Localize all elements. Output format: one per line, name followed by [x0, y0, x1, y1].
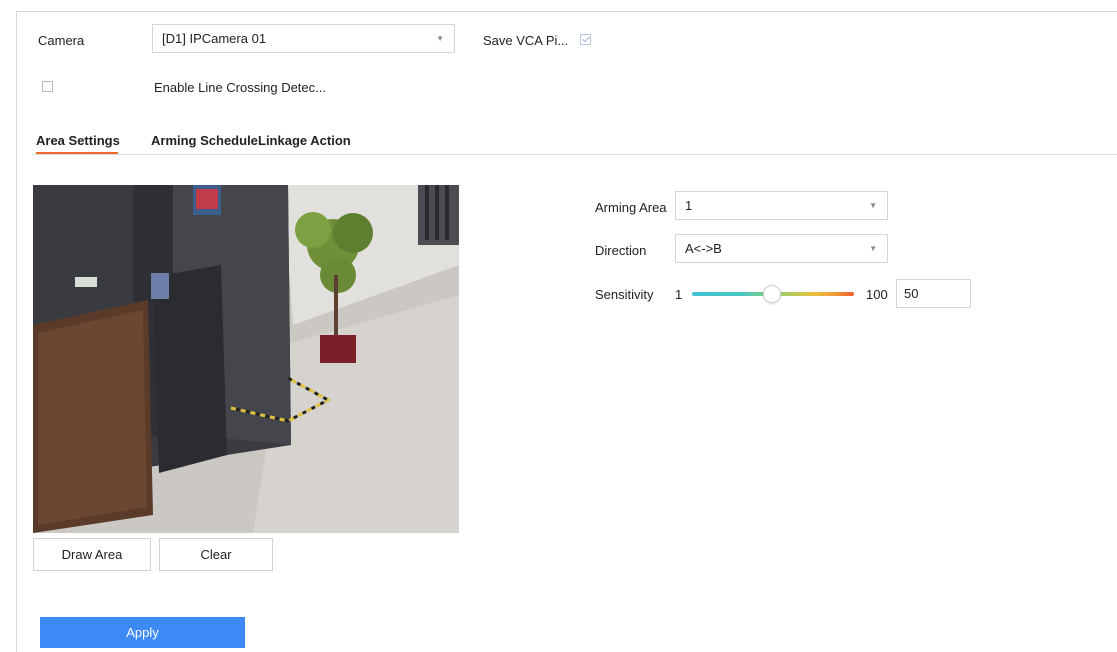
arming-area-value: 1	[685, 198, 693, 213]
camera-select-value: [D1] IPCamera 01	[162, 31, 267, 46]
chevron-down-icon: ▼	[869, 244, 877, 253]
sensitivity-label: Sensitivity	[595, 287, 654, 302]
panel-top-border	[16, 11, 1117, 12]
save-vca-checkbox[interactable]	[580, 34, 591, 45]
camera-label: Camera	[38, 33, 85, 48]
save-vca-label: Save VCA Pi...	[483, 33, 569, 48]
direction-select[interactable]: A<->B ▼	[675, 234, 888, 263]
enable-line-crossing-label: Enable Line Crossing Detec...	[154, 80, 326, 95]
chevron-down-icon: ▼	[869, 201, 877, 210]
draw-area-button[interactable]: Draw Area	[33, 538, 151, 571]
arming-area-select[interactable]: 1 ▼	[675, 191, 888, 220]
chevron-down-icon: ▼	[436, 34, 444, 43]
direction-label: Direction	[595, 243, 647, 258]
sensitivity-slider-handle[interactable]	[763, 285, 781, 303]
enable-line-crossing-checkbox[interactable]	[42, 81, 53, 92]
panel-left-border	[16, 11, 17, 652]
tab-linkage-action[interactable]: Linkage Action	[258, 133, 351, 148]
apply-button[interactable]: Apply	[40, 617, 245, 648]
arming-area-label: Arming Area	[595, 200, 667, 215]
sensitivity-min-label: 1	[675, 287, 683, 302]
clear-button[interactable]: Clear	[159, 538, 273, 571]
direction-value: A<->B	[685, 241, 722, 256]
tab-divider	[32, 154, 1117, 155]
tab-arming-schedule[interactable]: Arming Schedule	[151, 133, 258, 148]
sensitivity-input[interactable]: 50	[896, 279, 971, 308]
camera-preview-image	[33, 185, 459, 533]
sensitivity-max-label: 100	[866, 287, 888, 302]
camera-select[interactable]: [D1] IPCamera 01 ▼	[152, 24, 455, 53]
camera-preview[interactable]	[33, 185, 459, 533]
tab-area-settings[interactable]: Area Settings	[36, 133, 120, 148]
